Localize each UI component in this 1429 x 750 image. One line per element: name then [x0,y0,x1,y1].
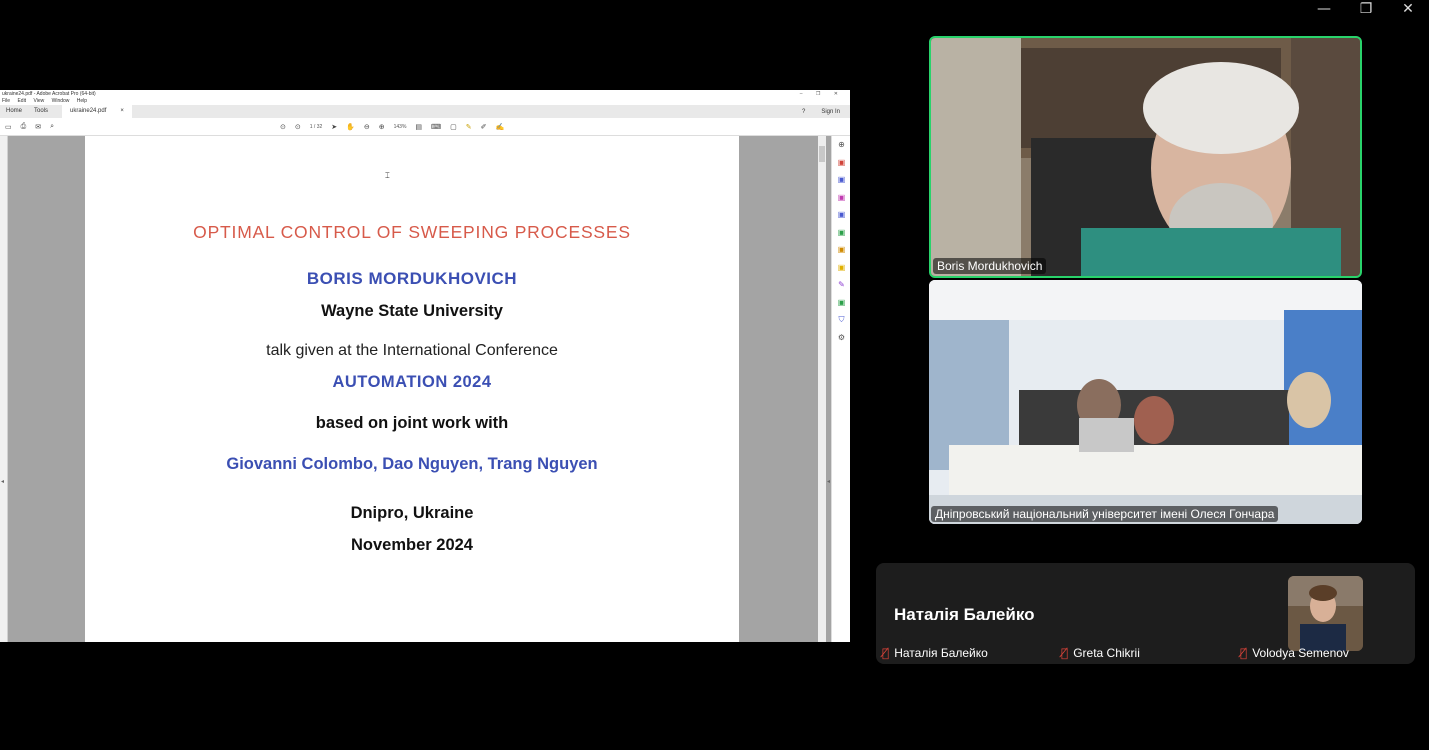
tab-document[interactable]: ukraine24.pdf × [62,105,132,118]
create-icon[interactable]: ▭ [5,123,12,131]
hand-tool-icon[interactable]: ✋ [346,123,355,131]
menu-edit[interactable]: Edit [17,98,26,104]
protect-icon[interactable]: ⛉ [832,311,850,329]
comment-icon[interactable]: ▢ [450,123,457,131]
right-tools-pane: ⊕ ▣ ▣ ▣ ▣ ▣ ▣ ▣ ✎ ▣ ⛉ ⚙ [831,136,850,642]
restore-button[interactable]: ❐ [1345,0,1387,18]
muted-mic-icon: 🎙̸ [1061,646,1069,660]
participant-thumbnail-frame [1288,576,1363,651]
room-name-label: Дніпровський національний університет ім… [931,506,1279,522]
sign-icon[interactable]: ✍ [496,123,505,131]
participant-name: Volodya Semenov [1252,646,1349,660]
slide-conference: AUTOMATION 2024 [332,373,492,391]
participants-panel: Наталія Балейко 🎙̸ Наталія Балейко 🎙̸ Gr… [876,563,1415,664]
room-video-frame [929,280,1362,524]
zoom-tool-icon[interactable]: ⊕ [832,136,850,154]
slide-university: Wayne State University [321,302,503,320]
menu-help[interactable]: Help [77,98,87,104]
slide-coauthors: Giovanni Colombo, Dao Nguyen, Trang Nguy… [226,455,598,473]
more-tools-icon[interactable]: ⚙ [832,329,850,347]
text-cursor-icon: ⌶ [385,171,390,180]
page-indicator[interactable]: 1 / 32 [310,124,323,130]
minimize-button[interactable]: — [1303,0,1345,18]
participant-video-thumbnail[interactable] [1288,576,1363,651]
left-panel-strip[interactable] [0,136,8,642]
prev-page-icon[interactable]: ⊙ [280,123,286,131]
highlight-icon[interactable]: ✎ [466,123,472,131]
print-icon[interactable]: ⎙ [21,123,27,131]
acrobat-window-title: ukraine24.pdf - Adobe Acrobat Pro (64-bi… [2,91,96,97]
zoom-in-icon[interactable]: ⊕ [379,123,385,131]
document-viewport: ⌶ OPTIMAL CONTROL OF SWEEPING PROCESSES … [0,136,850,642]
active-participant-name: Наталія Балейко [894,605,1035,624]
comment-tool-icon[interactable]: ▣ [832,259,850,277]
combine-files-icon[interactable]: ▣ [832,206,850,224]
window-controls: — ❐ ✕ [1303,0,1429,18]
fill-sign-icon[interactable]: ✎ [832,276,850,294]
export-pdf-icon[interactable]: ▣ [832,154,850,172]
speaker-video-frame [931,38,1360,276]
select-tool-icon[interactable]: ➤ [331,123,337,131]
tab-document-label: ukraine24.pdf [70,108,107,114]
sign-in-link[interactable]: Sign In [821,109,840,115]
participant-item[interactable]: 🎙̸ Greta Chikrii [1061,646,1140,660]
slide-based-on: based on joint work with [315,414,509,432]
shared-screen: ukraine24.pdf - Adobe Acrobat Pro (64-bi… [0,90,850,642]
room-video-tile[interactable]: Дніпровський національний університет ім… [929,280,1362,524]
slide-author: BORIS MORDUKHOVICH [306,269,518,288]
fit-page-icon[interactable]: ▤ [415,123,422,131]
participant-item[interactable]: 🎙̸ Volodya Semenov [1240,646,1349,660]
vertical-scrollbar[interactable] [818,136,826,642]
edit-pdf-icon[interactable]: ▣ [832,189,850,207]
speaker-video-tile[interactable]: Boris Mordukhovich [929,36,1362,278]
speaker-name-label: Boris Mordukhovich [933,258,1047,274]
slide-title: OPTIMAL CONTROL OF SWEEPING PROCESSES [193,222,631,242]
keyboard-icon[interactable]: ⌨ [431,123,441,131]
right-panel-toggle-icon[interactable]: ◂ [827,478,830,485]
slide-date: November 2024 [351,536,473,554]
acrobat-tab-bar: Home Tools ukraine24.pdf × ? Sign In [0,105,850,118]
zoom-out-icon[interactable]: ⊖ [364,123,370,131]
menu-file[interactable]: File [2,98,10,104]
scrollbar-thumb[interactable] [819,146,825,162]
slide-place: Dnipro, Ukraine [350,504,474,522]
tab-close-icon[interactable]: × [120,105,124,118]
menu-view[interactable]: View [33,98,44,104]
acrobat-menu-bar: File Edit View Window Help [0,98,850,105]
scan-icon[interactable]: ▣ [832,241,850,259]
left-panel-toggle-icon[interactable]: ◂ [1,478,4,485]
pdf-page: ⌶ OPTIMAL CONTROL OF SWEEPING PROCESSES … [85,136,739,642]
next-page-icon[interactable]: ⊙ [295,123,301,131]
acrobat-toolbar: ▭ ⎙ ✉ ⌕ ⊙ ⊙ 1 / 32 ➤ ✋ ⊖ ⊕ 143% ▤ ⌨ ▢ ✎ … [0,118,850,136]
menu-window[interactable]: Window [52,98,70,104]
slide-talk-line: talk given at the International Conferen… [266,342,558,359]
muted-mic-icon: 🎙̸ [882,646,890,660]
tab-tools[interactable]: Tools [28,105,54,118]
tab-home[interactable]: Home [0,105,28,118]
acrobat-title-bar: ukraine24.pdf - Adobe Acrobat Pro (64-bi… [0,90,850,98]
close-button[interactable]: ✕ [1387,0,1429,18]
participant-name: Greta Chikrii [1073,646,1140,660]
participant-item[interactable]: 🎙̸ Наталія Балейко [882,646,988,660]
organize-pages-icon[interactable]: ▣ [832,224,850,242]
search-icon[interactable]: ⌕ [50,123,54,131]
email-icon[interactable]: ✉ [35,123,41,131]
acrobat-window-controls[interactable]: – ❐ ✕ [800,90,850,98]
zoom-level[interactable]: 143% [394,124,407,130]
print-production-icon[interactable]: ▣ [832,294,850,312]
muted-mic-icon: 🎙̸ [1240,646,1248,660]
draw-icon[interactable]: ✐ [481,123,487,131]
create-pdf-icon[interactable]: ▣ [832,171,850,189]
help-icon[interactable]: ? [802,109,805,115]
participant-name: Наталія Балейко [894,646,988,660]
